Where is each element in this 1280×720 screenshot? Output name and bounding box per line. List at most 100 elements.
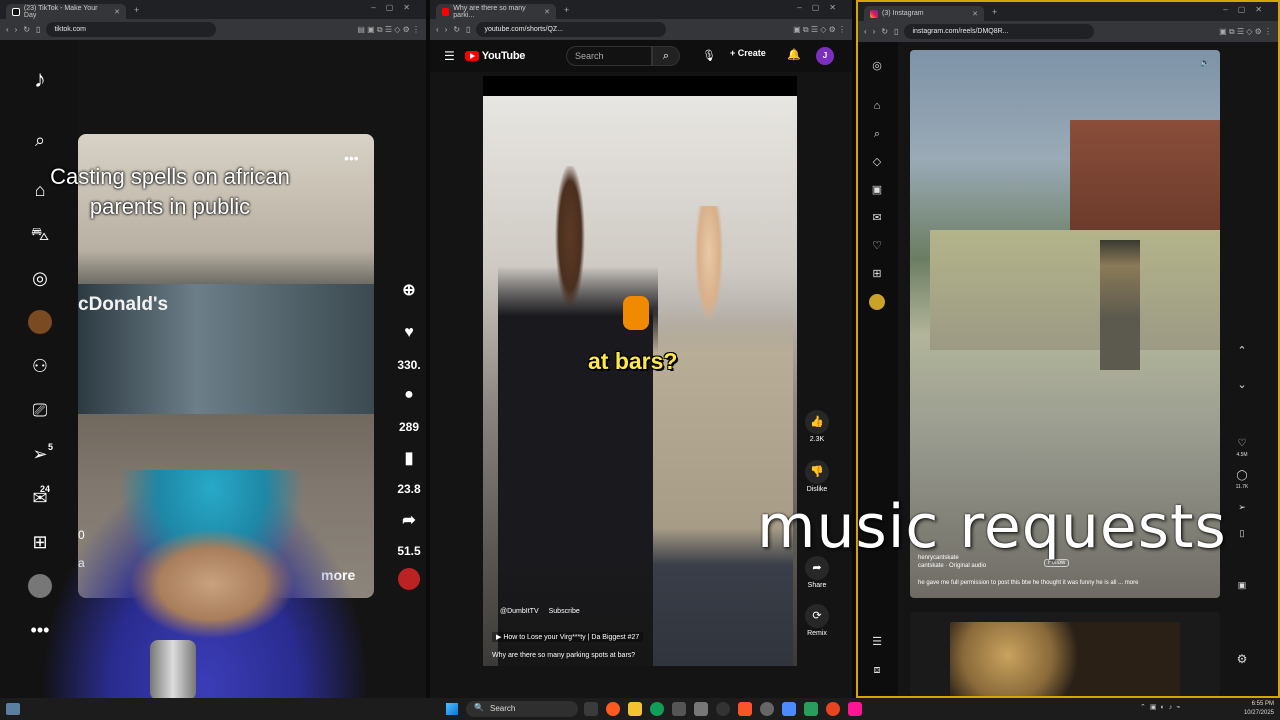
url-field[interactable]: instagram.com/reels/DMQ8R... (904, 24, 1095, 39)
extension-icons[interactable]: ▣ ⧉ ☰ ◇ ⚙ ⋮ (793, 25, 846, 35)
reload-icon[interactable]: ↻ (23, 25, 30, 34)
file-explorer-icon[interactable] (628, 702, 642, 716)
search-input[interactable]: Search (566, 46, 652, 66)
close-tab-icon[interactable]: ✕ (972, 10, 978, 18)
reload-icon[interactable]: ↻ (453, 25, 460, 34)
brave-icon[interactable] (738, 702, 752, 716)
weather-icon[interactable] (6, 703, 20, 715)
save-icon[interactable]: ▮ (392, 448, 426, 468)
live-icon[interactable]: ⎚ (28, 398, 52, 422)
app-icon-8[interactable] (848, 702, 862, 716)
search-icon[interactable]: ⌕ (869, 126, 885, 142)
back-icon[interactable]: ‹ (6, 25, 9, 34)
url-field[interactable]: tiktok.com (46, 22, 217, 37)
sound-disc-icon[interactable] (398, 568, 420, 590)
forward-icon[interactable]: › (15, 25, 18, 34)
profile-avatar[interactable] (869, 294, 885, 310)
create-icon[interactable]: ⊞ (869, 266, 885, 282)
share-icon[interactable]: ➦ (392, 510, 426, 530)
app-icon-7[interactable] (804, 702, 818, 716)
task-view-icon[interactable] (584, 702, 598, 716)
youtube-logo[interactable]: YouTube (464, 50, 525, 62)
new-tab-icon[interactable]: + (134, 5, 139, 15)
new-tab-icon[interactable]: + (992, 7, 997, 17)
app-icon-6[interactable] (782, 702, 796, 716)
window-controls[interactable]: –▢✕ (797, 3, 846, 12)
extension-icons[interactable]: ▣ ⧉ ☰ ◇ ⚙ ⋮ (1219, 27, 1272, 37)
audio-page-icon[interactable]: ▣ (1232, 580, 1252, 591)
browser-tab-youtube[interactable]: Why are there so many parki... ✕ (436, 4, 556, 19)
live-avatar-icon[interactable] (28, 310, 52, 334)
next-reel-icon[interactable]: ⌄ (1232, 378, 1252, 391)
reels-icon[interactable]: ▣ (869, 182, 885, 198)
app-icon-3[interactable] (694, 702, 708, 716)
new-tab-icon[interactable]: + (564, 5, 569, 15)
reload-icon[interactable]: ↻ (881, 27, 888, 36)
video-options-icon[interactable]: ••• (344, 150, 359, 166)
system-tray-icons[interactable]: ⌃▣◐♪⌁ (1140, 703, 1184, 711)
following-icon[interactable]: ⚇ (28, 354, 52, 378)
edge-icon[interactable] (650, 702, 664, 716)
explore-icon[interactable]: ◇ (869, 154, 885, 170)
url-field[interactable]: youtube.com/shorts/QZ... (476, 22, 667, 37)
app-icon-1[interactable] (606, 702, 620, 716)
mute-icon[interactable]: 🔈 (1200, 58, 1210, 67)
home-icon[interactable]: ⌂ (869, 98, 885, 114)
reel-description[interactable]: he gave me full permission to post this … (918, 580, 1138, 586)
like-icon[interactable]: ♥ (392, 324, 426, 342)
browser-tab-instagram[interactable]: (3) Instagram ✕ (864, 6, 984, 21)
search-icon[interactable]: ⌕ (652, 46, 680, 66)
instagram-logo-icon[interactable]: ◎ (869, 58, 885, 74)
back-icon[interactable]: ‹ (864, 27, 867, 36)
app-icon-4[interactable] (716, 702, 730, 716)
bookmark-icon[interactable]: ▯ (894, 27, 898, 36)
create-button[interactable]: + Create (730, 48, 766, 58)
notifications-icon[interactable]: 🔔 (787, 48, 801, 61)
taskbar-search[interactable]: Search (466, 701, 578, 717)
follow-plus-icon[interactable]: ⊕ (392, 280, 426, 300)
firefox-icon[interactable] (826, 702, 840, 716)
related-video-link[interactable]: ▶ How to Lose your Virg***ty | Da Bigges… (492, 632, 644, 642)
like-icon[interactable]: ♡ (1232, 438, 1252, 449)
bookmark-icon[interactable]: ▯ (36, 25, 40, 34)
messages-icon[interactable]: ✉ (869, 210, 885, 226)
forward-icon[interactable]: › (445, 25, 448, 34)
remix-button[interactable]: ⟳ Remix (802, 604, 832, 637)
voice-search-icon[interactable]: 🎙 (702, 49, 716, 62)
subscribe-button[interactable]: Subscribe (549, 608, 580, 615)
bookmark-icon[interactable]: ▯ (466, 25, 470, 34)
window-controls[interactable]: –▢✕ (371, 3, 420, 12)
dislike-button[interactable]: 👎 Dislike (802, 460, 832, 493)
comment-icon[interactable]: ◯ (1232, 470, 1252, 481)
audio-label[interactable]: cantskate · Original audio (918, 563, 986, 569)
share-icon[interactable]: ➢ (1232, 502, 1252, 513)
tiktok-logo-icon[interactable]: ♪ (28, 68, 52, 92)
comment-icon[interactable]: ● (392, 386, 426, 404)
close-tab-icon[interactable]: ✕ (114, 8, 120, 16)
next-reel-preview[interactable] (910, 612, 1220, 696)
save-icon[interactable]: ▯ (1232, 528, 1252, 539)
threads-icon[interactable]: ⧈ (869, 662, 885, 678)
youtube-shorts-player[interactable]: at bars? (483, 96, 797, 666)
app-icon-2[interactable] (672, 702, 686, 716)
settings-icon[interactable]: ⚙ (1232, 652, 1252, 666)
search-icon[interactable]: ⌕ (28, 128, 52, 152)
channel-name[interactable]: @DumbItTV (500, 608, 539, 615)
more-menu-icon[interactable]: ☰ (869, 634, 885, 650)
avatar[interactable]: J (816, 47, 834, 65)
previous-reel-icon[interactable]: ⌃ (1232, 344, 1252, 357)
like-button[interactable]: 👍 2.3K (802, 410, 832, 443)
taskbar-clock[interactable]: 6:55 PM 10/27/2025 (1244, 700, 1274, 718)
app-icon-5[interactable] (760, 702, 774, 716)
explore-icon[interactable]: ◎ (28, 266, 52, 290)
window-controls[interactable]: –▢✕ (1223, 5, 1272, 14)
shop-icon[interactable]: ⛍ (28, 222, 52, 246)
menu-icon[interactable]: ☰ (444, 49, 455, 63)
notifications-icon[interactable]: ♡ (869, 238, 885, 254)
browser-tab-tiktok[interactable]: (23) TikTok - Make Your Day ✕ (6, 4, 126, 19)
back-icon[interactable]: ‹ (436, 25, 439, 34)
close-tab-icon[interactable]: ✕ (544, 8, 550, 16)
start-button[interactable] (446, 703, 458, 715)
extension-icons[interactable]: ▤ ▣ ⧉ ☰ ◇ ⚙ ⋮ (357, 25, 420, 35)
forward-icon[interactable]: › (873, 27, 876, 36)
